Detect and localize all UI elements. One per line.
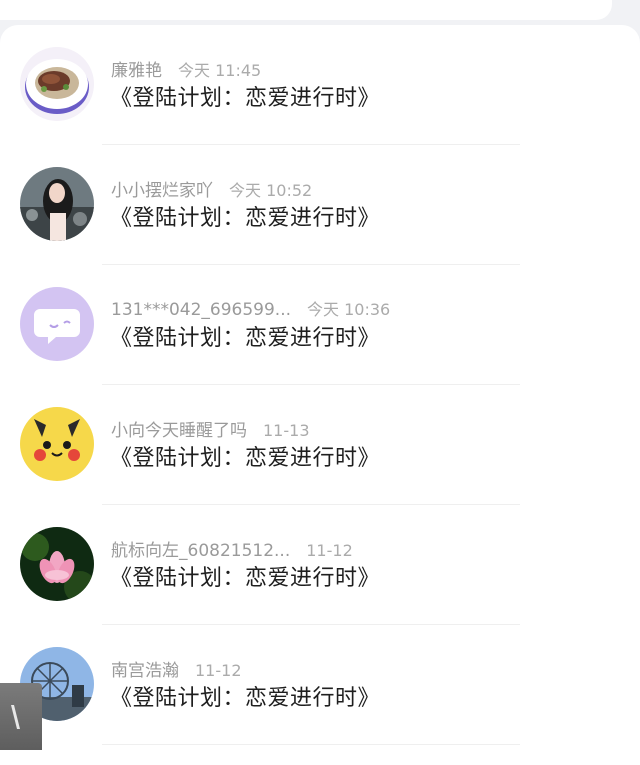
message-preview: 《登陆计划：恋爱进行时》 [110,206,381,231]
food-plate-avatar-icon[interactable] [20,47,94,121]
message-time: 今天 10:52 [229,181,313,200]
message-time: 今天 10:36 [307,300,391,319]
message-preview: 《登陆计划：恋爱进行时》 [110,326,381,351]
divider [102,744,520,745]
sender-name: 131***042_696599... [111,300,292,320]
message-meta: 航标向左_60821512... 11-12 [111,536,353,561]
default-chat-avatar-icon[interactable] [20,287,94,361]
message-time: 11-12 [306,541,353,560]
lotus-flower-avatar-icon[interactable] [20,527,94,601]
message-preview: 《登陆计划：恋爱进行时》 [110,86,381,111]
message-preview: 《登陆计划：恋爱进行时》 [110,566,381,591]
message-item[interactable]: 131***042_696599... 今天 10:36 《登陆计划：恋爱进行时》 [0,265,640,385]
previous-card-edge [0,0,612,20]
message-preview: 《登陆计划：恋爱进行时》 [110,446,381,471]
message-time: 今天 11:45 [178,61,262,80]
pikachu-avatar-icon[interactable] [20,407,94,481]
sender-name: 小小摆烂家吖 [111,181,213,201]
sender-name: 南宫浩瀚 [111,661,179,681]
message-meta: 小小摆烂家吖 今天 10:52 [111,176,312,201]
message-meta: 131***042_696599... 今天 10:36 [111,296,390,320]
sender-name: 小向今天睡醒了吗 [111,421,247,441]
message-item[interactable]: 航标向左_60821512... 11-12 《登陆计划：恋爱进行时》 [0,505,640,625]
message-preview: 《登陆计划：恋爱进行时》 [110,686,381,711]
message-meta: 南宫浩瀚 11-12 [111,656,242,681]
message-item[interactable]: 小向今天睡醒了吗 11-13 《登陆计划：恋爱进行时》 [0,385,640,505]
message-meta: 廉雅艳 今天 11:45 [111,56,261,81]
message-time: 11-13 [263,421,310,440]
floating-thumbnail[interactable] [0,683,42,750]
slash-icon [11,705,30,729]
message-item[interactable]: 南宫浩瀚 11-12 《登陆计划：恋爱进行时》 [0,625,640,745]
message-item[interactable]: 小小摆烂家吖 今天 10:52 《登陆计划：恋爱进行时》 [0,145,640,265]
message-time: 11-12 [195,661,242,680]
girl-photo-avatar-icon[interactable] [20,167,94,241]
message-list: 廉雅艳 今天 11:45 《登陆计划：恋爱进行时》 小小摆烂家吖 今天 10:52 … [0,25,640,765]
message-item[interactable]: 廉雅艳 今天 11:45 《登陆计划：恋爱进行时》 [0,25,640,145]
message-meta: 小向今天睡醒了吗 11-13 [111,416,310,441]
sender-name: 廉雅艳 [111,61,162,81]
sender-name: 航标向左_60821512... [111,541,291,561]
